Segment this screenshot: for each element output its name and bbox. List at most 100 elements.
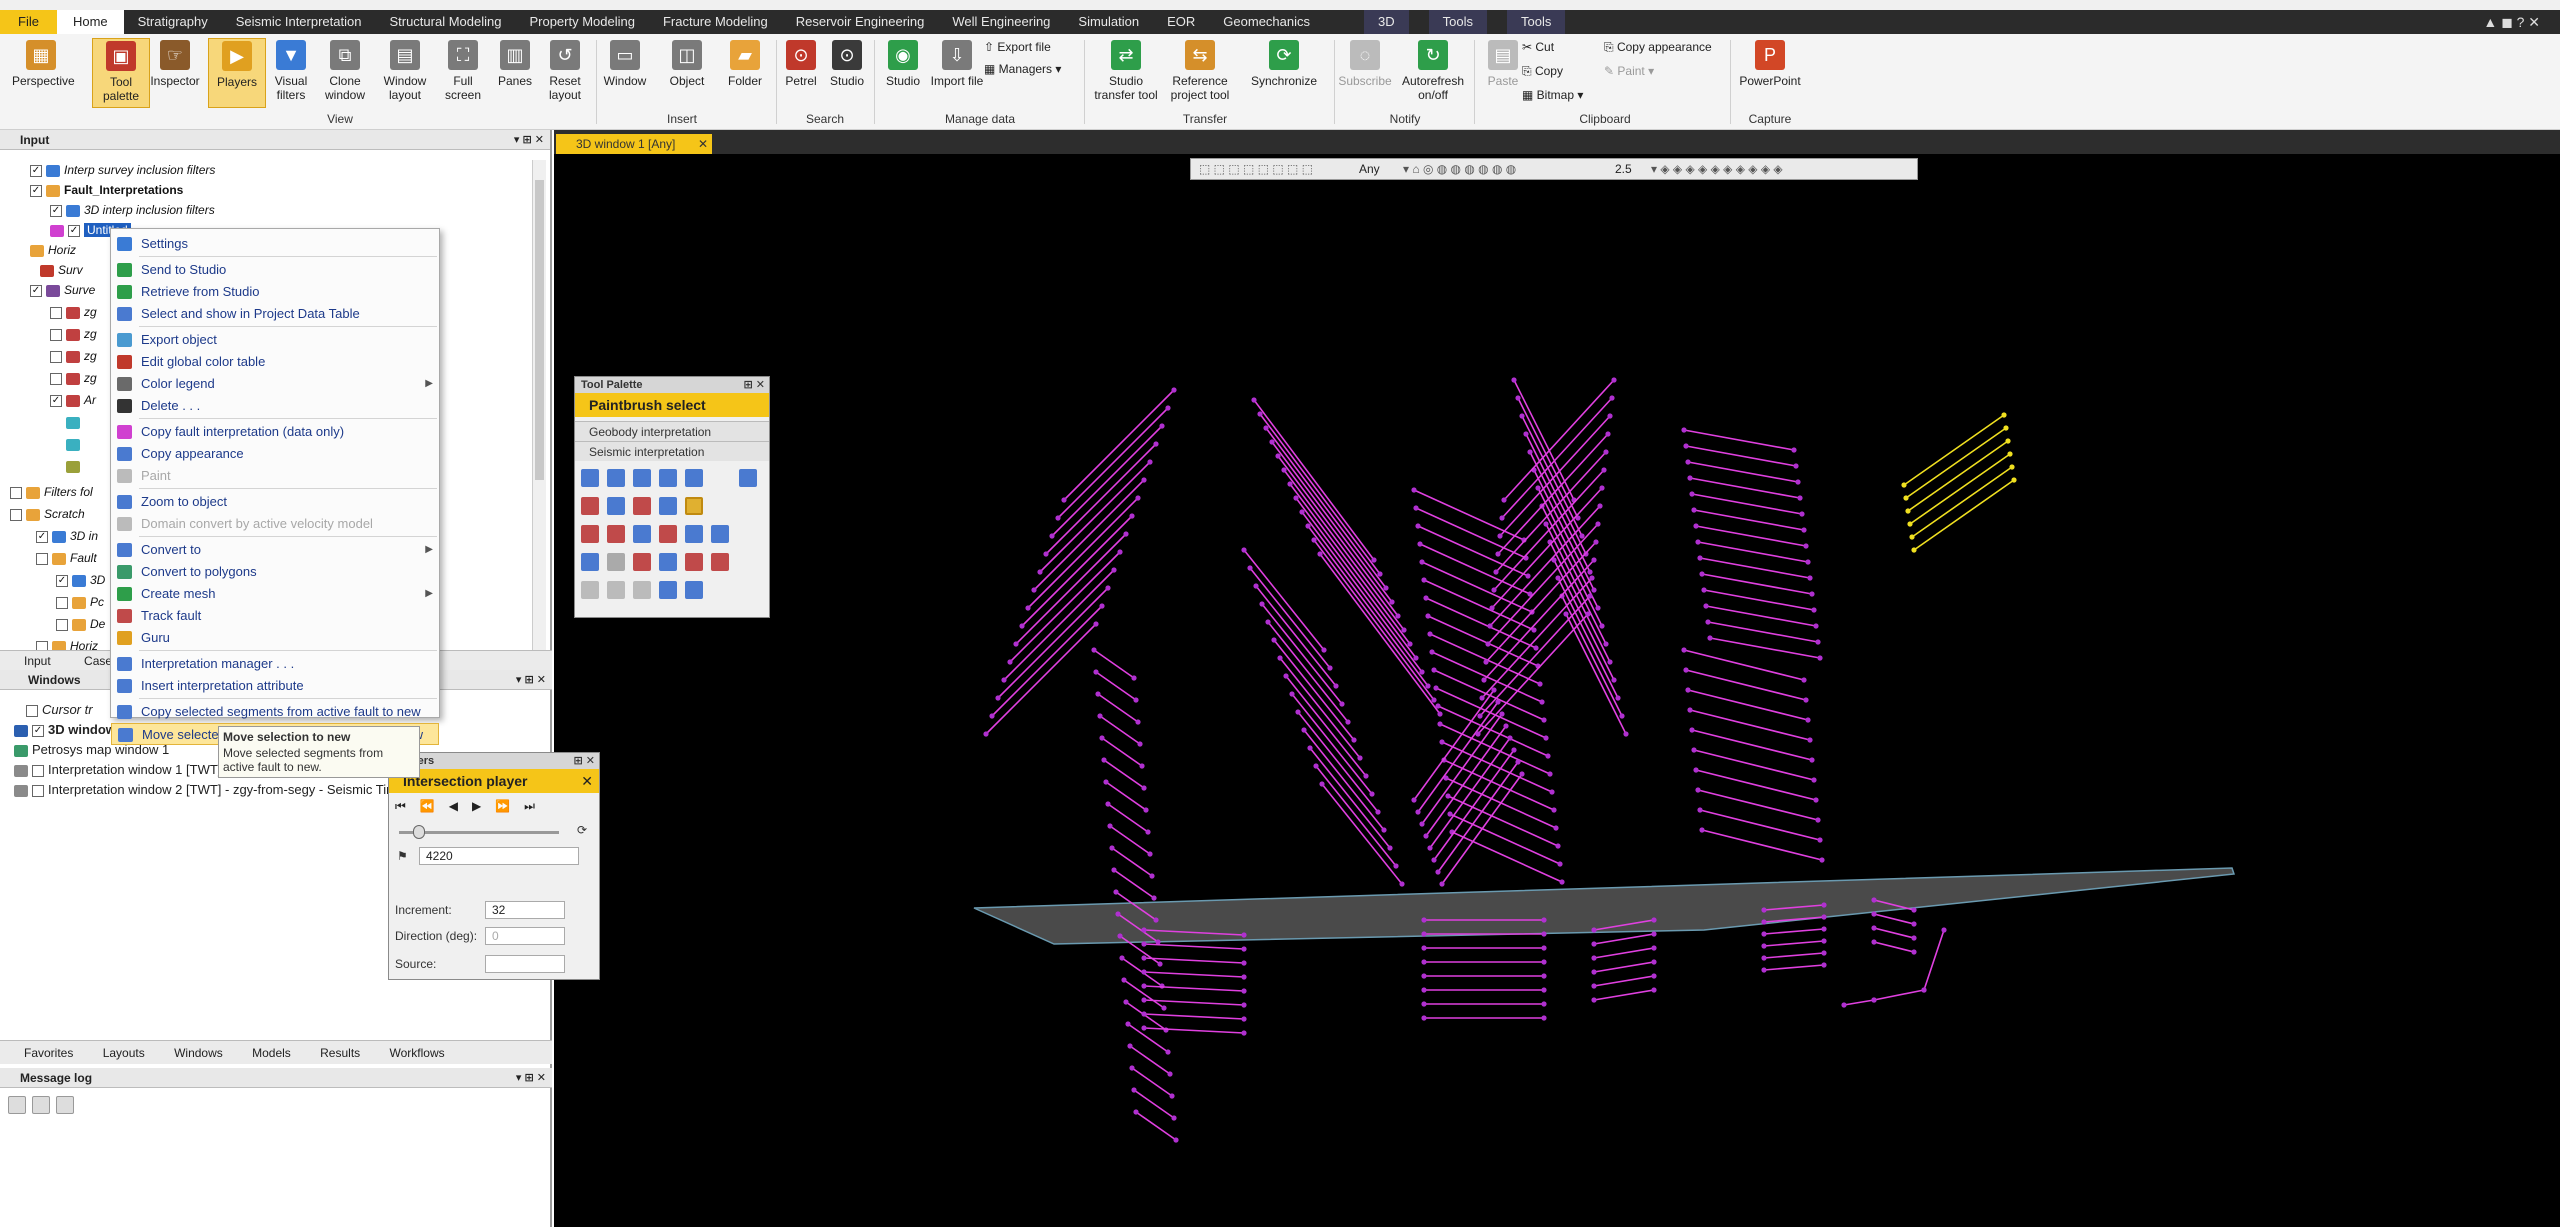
- checkbox[interactable]: [10, 508, 22, 521]
- fault-node[interactable]: [1135, 719, 1141, 725]
- fault-node[interactable]: [1541, 959, 1547, 965]
- fault-node[interactable]: [1539, 699, 1545, 705]
- fault-node[interactable]: [1319, 781, 1325, 787]
- paintbrush-select-tool[interactable]: Paintbrush select: [575, 393, 769, 417]
- fault-node[interactable]: [1495, 551, 1501, 557]
- fault-node[interactable]: [1871, 911, 1877, 917]
- manual-track-icon[interactable]: [659, 469, 677, 487]
- fault-stick[interactable]: [1913, 479, 2015, 551]
- autotrack-icon[interactable]: [581, 469, 599, 487]
- fault-node[interactable]: [1483, 659, 1489, 665]
- fault-node[interactable]: [1907, 521, 1913, 527]
- fault-node[interactable]: [1537, 681, 1543, 687]
- fault-node[interactable]: [1761, 907, 1767, 913]
- fault-node[interactable]: [1287, 481, 1293, 487]
- fault-node[interactable]: [1141, 955, 1147, 961]
- fault-node[interactable]: [1431, 857, 1437, 863]
- fault-sticks-display[interactable]: [554, 130, 2560, 1227]
- connect-icon[interactable]: [633, 525, 651, 543]
- fault-node[interactable]: [1905, 508, 1911, 514]
- fault-node[interactable]: [1147, 851, 1153, 857]
- fault-node[interactable]: [1911, 547, 1917, 553]
- fault-node[interactable]: [1173, 1137, 1179, 1143]
- fault-node[interactable]: [1541, 987, 1547, 993]
- fault-node[interactable]: [1487, 623, 1493, 629]
- fault-node[interactable]: [1371, 557, 1377, 563]
- tab-3d-window-1[interactable]: 3D window 1 [Any] ✕: [556, 134, 712, 154]
- fault-node[interactable]: [1493, 569, 1499, 575]
- fault-stick[interactable]: [1903, 414, 2005, 486]
- fault-stick[interactable]: [1843, 999, 1875, 1006]
- fault-node[interactable]: [1693, 767, 1699, 773]
- fault-node[interactable]: [1307, 745, 1313, 751]
- horizon-surface[interactable]: [973, 867, 2236, 945]
- fault-stick[interactable]: [1111, 847, 1153, 877]
- fault-node[interactable]: [1557, 861, 1563, 867]
- fault-node[interactable]: [1525, 573, 1531, 579]
- fault-node[interactable]: [1527, 449, 1533, 455]
- fault-node[interactable]: [1821, 962, 1827, 968]
- fault-node[interactable]: [1413, 505, 1419, 511]
- fault-node[interactable]: [1141, 785, 1147, 791]
- fault-node[interactable]: [1811, 777, 1817, 783]
- fault-node[interactable]: [1703, 603, 1709, 609]
- fault-node[interactable]: [2011, 477, 2017, 483]
- fault-stick[interactable]: [1685, 445, 1797, 467]
- fault-stick[interactable]: [1705, 605, 1817, 627]
- fault-node[interactable]: [1479, 695, 1485, 701]
- fault-node[interactable]: [1607, 659, 1613, 665]
- undo-icon[interactable]: [581, 553, 599, 571]
- fault-node[interactable]: [1269, 439, 1275, 445]
- fault-stick[interactable]: [1273, 639, 1355, 741]
- fault-node[interactable]: [1117, 933, 1123, 939]
- fault-stick[interactable]: [1691, 729, 1813, 761]
- studio-button[interactable]: ◉ Studio: [874, 38, 932, 108]
- fault-stick[interactable]: [1499, 415, 1611, 537]
- fault-stick[interactable]: [1261, 603, 1343, 705]
- fault-stick[interactable]: [1433, 749, 1515, 861]
- fault-stick[interactable]: [1697, 789, 1819, 821]
- fault-node[interactable]: [1357, 755, 1363, 761]
- fault-stick[interactable]: [1313, 539, 1435, 701]
- fault-node[interactable]: [1587, 569, 1593, 575]
- tree-item[interactable]: ✓ Fault_Interpretations: [30, 180, 183, 200]
- fault-stick[interactable]: [1923, 929, 1945, 991]
- fault-stick[interactable]: [1143, 943, 1245, 950]
- checkbox[interactable]: [50, 350, 62, 363]
- checkbox[interactable]: [32, 784, 44, 797]
- fault-node[interactable]: [1275, 453, 1281, 459]
- tree-item[interactable]: Pc: [56, 592, 104, 612]
- fault-node[interactable]: [1159, 983, 1165, 989]
- perspective-button[interactable]: ▦ Perspective: [12, 38, 75, 108]
- fault-node[interactable]: [1007, 659, 1013, 665]
- fault-node[interactable]: [1289, 691, 1295, 697]
- fault-stick[interactable]: [1097, 693, 1139, 723]
- fault-node[interactable]: [1435, 869, 1441, 875]
- fault-node[interactable]: [1501, 497, 1507, 503]
- fault-node[interactable]: [1425, 613, 1431, 619]
- clone-window-button[interactable]: ⧉ Clone window: [316, 38, 374, 108]
- context-menu-item[interactable]: Insert interpretation attribute: [111, 675, 439, 697]
- fault-node[interactable]: [1369, 791, 1375, 797]
- fault-node[interactable]: [1093, 621, 1099, 627]
- fault-node[interactable]: [1333, 683, 1339, 689]
- fault-node[interactable]: [1555, 843, 1561, 849]
- fault-node[interactable]: [1161, 1005, 1167, 1011]
- checkbox[interactable]: ✓: [32, 724, 44, 737]
- fault-node[interactable]: [1809, 757, 1815, 763]
- fault-stick[interactable]: [1497, 433, 1609, 555]
- fault-node[interactable]: [1591, 997, 1597, 1003]
- fault-stick[interactable]: [1593, 933, 1655, 945]
- fault-node[interactable]: [1535, 485, 1541, 491]
- fault-node[interactable]: [1401, 627, 1407, 633]
- fault-node[interactable]: [1611, 377, 1617, 383]
- fault-node[interactable]: [1317, 551, 1323, 557]
- fault-node[interactable]: [1597, 503, 1603, 509]
- panel-controls-icon[interactable]: ▾ ⊞ ✕: [514, 130, 544, 150]
- tab-well-engineering[interactable]: Well Engineering: [938, 10, 1064, 34]
- fault-node[interactable]: [2003, 425, 2009, 431]
- fault-node[interactable]: [1127, 1043, 1133, 1049]
- fault-node[interactable]: [1363, 773, 1369, 779]
- fault-node[interactable]: [1687, 475, 1693, 481]
- fault-node[interactable]: [1803, 543, 1809, 549]
